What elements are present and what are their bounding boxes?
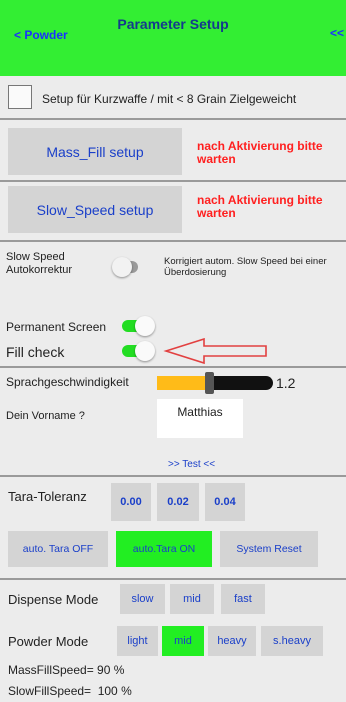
mass-fill-note: nach Aktivierung bitte warten — [197, 139, 323, 166]
test-link[interactable]: >> Test << — [168, 459, 215, 470]
autokorrektur-description: Korrigiert autom. Slow Speed bei einer Ü… — [164, 256, 327, 278]
toggle-thumb — [135, 341, 155, 361]
slow-speed-note: nach Aktivierung bitte warten — [197, 193, 323, 220]
divider — [0, 180, 346, 182]
dispense-slow-button[interactable]: slow — [120, 584, 165, 614]
slow-speed-setup-button[interactable]: Slow_Speed setup — [8, 186, 182, 233]
autokorrektur-toggle[interactable] — [112, 257, 142, 277]
dispense-mid-button[interactable]: mid — [170, 584, 214, 614]
speech-speed-slider[interactable] — [157, 372, 273, 394]
fill-check-toggle[interactable] — [122, 341, 156, 361]
page-title: Parameter Setup — [117, 16, 229, 32]
slider-fill — [157, 376, 209, 390]
tara-option-0-04-button[interactable]: 0.04 — [205, 483, 245, 521]
speech-speed-label: Sprachgeschwindigkeit — [6, 375, 129, 389]
auto-tara-off-button[interactable]: auto. Tara OFF — [8, 531, 108, 567]
powder-heavy-button[interactable]: heavy — [208, 626, 256, 656]
speech-speed-value: 1.2 — [276, 375, 296, 391]
divider — [0, 240, 346, 242]
autokorrektur-label: Slow Speed Autokorrektur — [6, 251, 73, 276]
tara-option-0-00-button[interactable]: 0.00 — [111, 483, 151, 521]
short-weapon-label: Setup für Kurzwaffe / mit < 8 Grain Ziel… — [42, 92, 297, 106]
toggle-thumb — [135, 316, 155, 336]
mass-fill-speed-text: MassFillSpeed= 90 % — [8, 663, 125, 677]
powder-mid-button[interactable]: mid — [162, 626, 204, 656]
divider — [0, 578, 346, 580]
permanent-screen-label: Permanent Screen — [6, 320, 107, 334]
mass-fill-setup-button[interactable]: Mass_Fill setup — [8, 128, 182, 175]
short-weapon-checkbox[interactable] — [8, 85, 32, 109]
powder-mode-label: Powder Mode — [8, 634, 89, 649]
tara-option-0-02-button[interactable]: 0.02 — [157, 483, 199, 521]
powder-sheavy-button[interactable]: s.heavy — [261, 626, 323, 656]
slow-fill-speed-text: SlowFillSpeed= 100 % — [8, 684, 132, 698]
permanent-screen-toggle[interactable] — [122, 316, 156, 336]
system-reset-button[interactable]: System Reset — [220, 531, 318, 567]
first-name-input[interactable]: Matthias — [157, 399, 243, 438]
divider — [0, 475, 346, 477]
slider-thumb[interactable] — [205, 372, 214, 394]
arrow-left-icon — [163, 338, 267, 365]
toggle-thumb — [112, 257, 132, 277]
fill-check-label: Fill check — [6, 344, 65, 360]
first-name-label: Dein Vorname ? — [6, 410, 85, 422]
forward-link[interactable]: << — [330, 26, 344, 40]
powder-light-button[interactable]: light — [117, 626, 158, 656]
auto-tara-on-button[interactable]: auto.Tara ON — [116, 531, 212, 567]
divider — [0, 366, 346, 368]
divider — [0, 118, 346, 120]
dispense-fast-button[interactable]: fast — [221, 584, 265, 614]
slider-track — [209, 376, 273, 390]
dispense-mode-label: Dispense Mode — [8, 592, 99, 607]
tara-tolerance-label: Tara-Toleranz — [8, 489, 87, 504]
